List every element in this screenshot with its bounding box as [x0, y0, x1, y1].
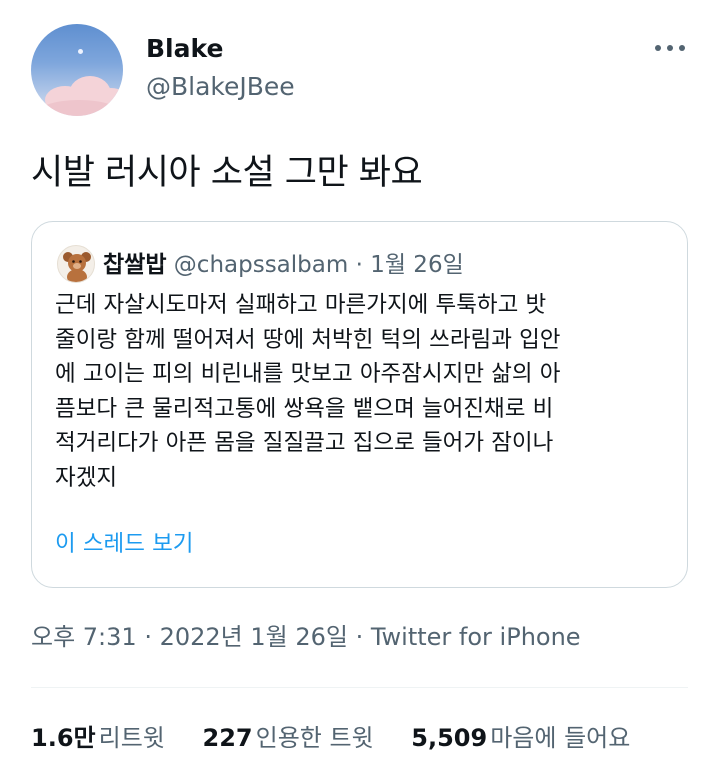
quoted-author-avatar[interactable]: [57, 245, 95, 283]
author-display-name[interactable]: Blake: [146, 34, 223, 64]
retweets-stat[interactable]: 1.6만 리트윗: [31, 720, 165, 756]
separator-dot: ·: [347, 623, 371, 651]
quoted-tweet-card[interactable]: 찹쌀밥 @chapssalbam · 1월 26일 근데 자살시도마저 실패하고…: [31, 221, 688, 588]
divider: [31, 687, 688, 688]
show-thread-link[interactable]: 이 스레드 보기: [55, 528, 194, 560]
quoted-text-line: 픔보다 큰 물리적고통에 쌍욕을 뱉으며 늘어진채로 비: [55, 395, 554, 422]
moon-shape: [78, 49, 83, 54]
likes-label: 마음에 들어요: [490, 724, 631, 752]
quoted-author-name[interactable]: 찹쌀밥: [103, 252, 166, 278]
quoted-author-handle[interactable]: @chapssalbam: [174, 252, 348, 278]
teddy-bear-icon: [63, 252, 91, 282]
quoted-text-line: 근데 자살시도마저 실패하고 마른가지에 투툭하고 밧: [55, 292, 547, 318]
more-options-icon[interactable]: [650, 38, 690, 58]
likes-stat[interactable]: 5,509 마음에 들어요: [411, 720, 630, 756]
author-avatar[interactable]: [31, 24, 123, 116]
retweets-count: 1.6만: [31, 724, 96, 752]
separator-dot: ·: [136, 623, 160, 651]
quoted-text-line: 적거리다가 아픈 몸을 질질끌고 집으로 들어가 잠이나: [55, 430, 554, 456]
separator-dot: ·: [348, 252, 371, 278]
quoted-tweet-date[interactable]: 1월 26일: [370, 252, 464, 278]
tweet-time[interactable]: 오후 7:31: [31, 623, 137, 651]
engagement-stats: 1.6만 리트윗 227 인용한 트윗 5,509 마음에 들어요: [31, 720, 630, 756]
quoted-text-line: 에 고이는 피의 비린내를 맛보고 아주잠시지만 삶의 아: [55, 361, 561, 387]
tweet-date[interactable]: 2022년 1월 26일: [160, 623, 348, 651]
tweet-text: 시발 러시아 소설 그만 봐요: [31, 153, 423, 193]
quoted-text-line: 자겠지: [55, 464, 118, 491]
quoted-tweet-text: 근데 자살시도마저 실패하고 마른가지에 투툭하고 밧 줄이랑 함께 떨어져서 …: [55, 288, 675, 495]
quote-tweets-stat[interactable]: 227 인용한 트윗: [203, 720, 374, 756]
quote-tweets-count: 227: [202, 724, 253, 752]
quoted-tweet-header: 찹쌀밥 @chapssalbam · 1월 26일: [103, 250, 464, 280]
likes-count: 5,509: [411, 724, 488, 752]
tweet-source[interactable]: Twitter for iPhone: [371, 623, 581, 651]
retweets-label: 리트윗: [98, 724, 165, 752]
author-handle[interactable]: @BlakeJBee: [146, 72, 295, 102]
quote-tweets-label: 인용한 트윗: [255, 724, 374, 752]
quoted-text-line: 줄이랑 함께 떨어져서 땅에 처박힌 턱의 쓰라림과 입안: [55, 326, 561, 353]
tweet-timestamp: 오후 7:31 · 2022년 1월 26일 · Twitter for iPh…: [31, 620, 581, 654]
